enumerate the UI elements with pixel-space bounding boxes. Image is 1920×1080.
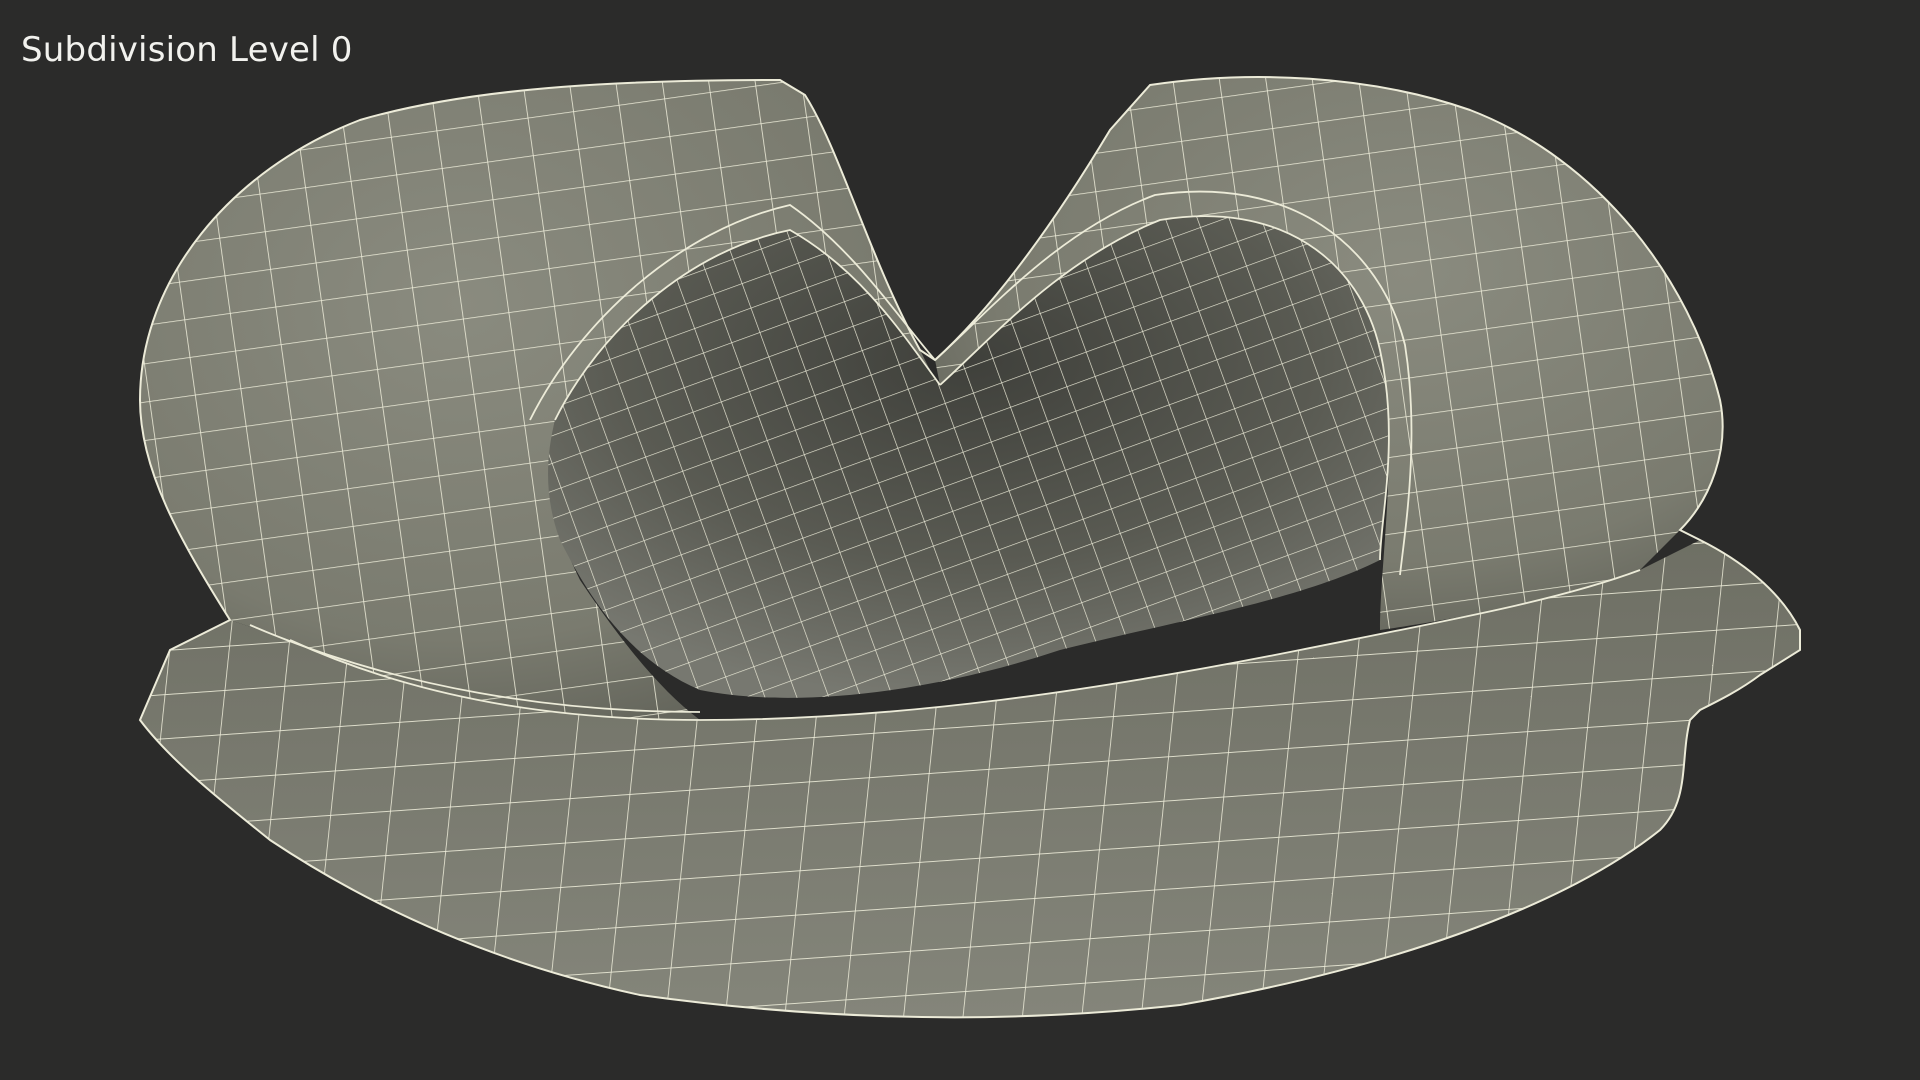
viewport[interactable]: Subdivision Level 0 [0,0,1920,1080]
mesh-render [138,76,1801,1019]
mesh-cavity [548,216,1389,698]
